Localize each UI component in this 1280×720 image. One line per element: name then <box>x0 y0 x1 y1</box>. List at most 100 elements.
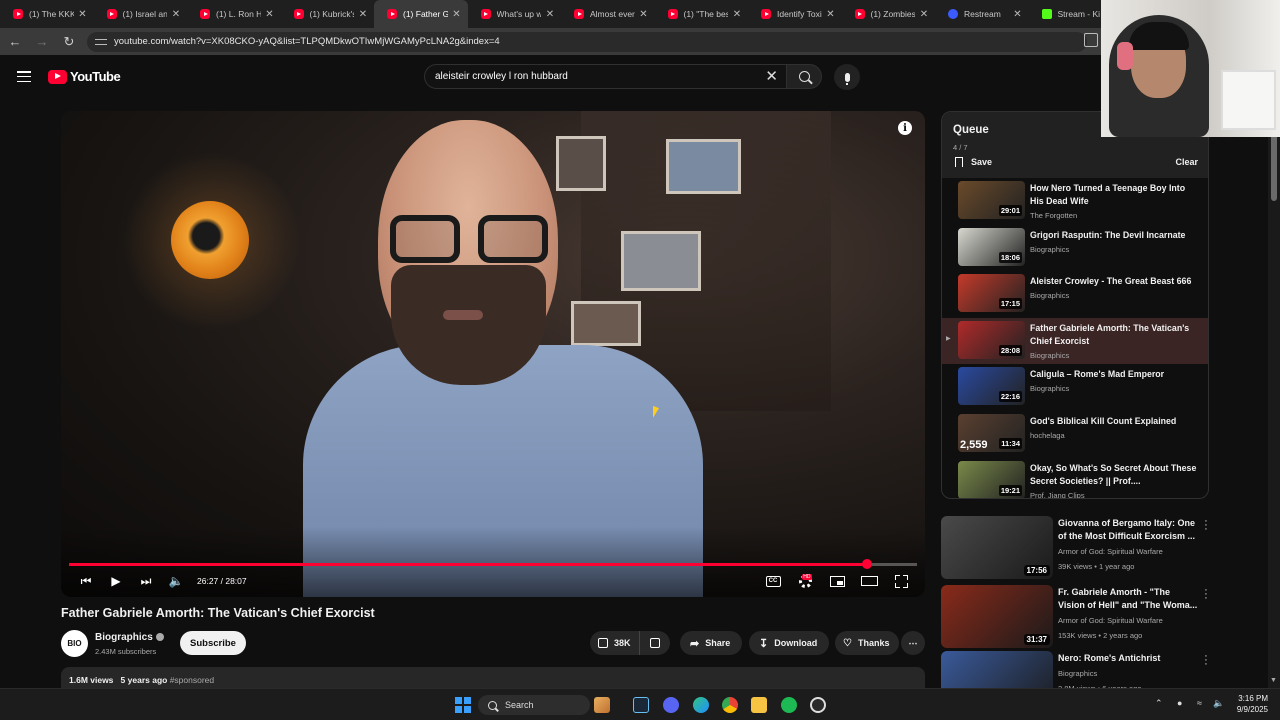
recommendation-item[interactable]: 17:56 Giovanna of Bergamo Italy: One of t… <box>941 516 1211 582</box>
page-scrollbar[interactable]: ▲ ▼ <box>1268 99 1280 688</box>
address-bar[interactable]: youtube.com/watch?v=XK08CKO-yAQ&list=TLP… <box>87 31 1087 52</box>
windows-start-icon[interactable] <box>455 697 471 713</box>
more-actions-button[interactable]: ⋯ <box>901 631 925 655</box>
tab-close-icon[interactable]: ✕ <box>1012 9 1024 20</box>
queue-item-title[interactable]: How Nero Turned a Teenage Boy Into His D… <box>1030 182 1198 208</box>
browser-tab[interactable]: (1) The KKK ✕ <box>0 0 94 28</box>
browser-tab[interactable]: (1) Zombies ✕ <box>842 0 936 28</box>
play-icon[interactable]: ▶ <box>107 571 125 591</box>
tab-close-icon[interactable]: ✕ <box>731 9 743 20</box>
volume-icon[interactable]: 🔈 <box>167 571 185 591</box>
browser-tab[interactable]: (1) Israel and✕ <box>94 0 188 28</box>
queue-clear-button[interactable]: Clear <box>1175 157 1198 167</box>
queue-thumbnail[interactable]: 22:16 <box>958 367 1025 406</box>
folder-icon[interactable] <box>751 697 767 713</box>
queue-item-title[interactable]: Father Gabriele Amorth: The Vatican's Ch… <box>1030 322 1198 348</box>
recommendation-item[interactable]: 31:37 Fr. Gabriele Amorth - "The Vision o… <box>941 585 1211 651</box>
scroll-down-icon[interactable]: ▼ <box>1270 677 1277 684</box>
queue-thumbnail[interactable]: 19:21 <box>958 460 1025 498</box>
browser-tab[interactable]: Almost every ✕ <box>561 0 655 28</box>
next-icon[interactable]: ⏭ <box>137 571 155 591</box>
spotify-icon[interactable] <box>781 697 797 713</box>
tab-close-icon[interactable]: ✕ <box>264 9 276 20</box>
chrome-icon[interactable] <box>722 697 738 713</box>
menu-icon[interactable] <box>17 71 31 83</box>
queue-item[interactable]: 19:21 Okay, So What's So Secret About The… <box>942 458 1208 498</box>
download-button[interactable]: ↧ Download <box>749 631 829 655</box>
captions-button[interactable]: CC <box>764 571 782 591</box>
steam-icon[interactable] <box>633 697 649 713</box>
recommendation-channel[interactable]: Biographics <box>1058 668 1198 680</box>
system-clock[interactable]: 3:16 PM 9/9/2025 <box>1228 693 1268 715</box>
more-vertical-icon[interactable]: · · · <box>1203 585 1209 604</box>
progress-bar[interactable] <box>69 559 917 569</box>
video-player[interactable]: i ⏮ ▶ ⏭ 🔈 26:27 / 28:07 CC HD <box>61 111 925 597</box>
info-icon[interactable]: i <box>898 121 912 135</box>
search-button[interactable] <box>786 64 822 89</box>
recommendation-thumbnail[interactable]: 17:56 <box>941 516 1053 579</box>
taskbar-search[interactable]: Search <box>478 695 590 715</box>
miniplayer-icon[interactable] <box>828 571 846 591</box>
queue-item[interactable]: 22:16 Caligula – Rome's Mad Emperor Biogra… <box>942 364 1208 411</box>
queue-item[interactable]: ▶ 28:08 Father Gabriele Amorth: The Vatica… <box>942 317 1208 365</box>
youtube-logo[interactable]: YouTube <box>48 69 121 84</box>
more-vertical-icon[interactable]: · · · <box>1203 516 1209 535</box>
queue-item-title[interactable]: Okay, So What's So Secret About These Se… <box>1030 462 1198 488</box>
queue-item-channel[interactable]: Biographics <box>1030 351 1198 360</box>
recommendation-title[interactable]: Giovanna of Bergamo Italy: One of the Mo… <box>1058 517 1198 543</box>
tab-close-icon[interactable]: ✕ <box>918 9 930 20</box>
recommendation-title[interactable]: Fr. Gabriele Amorth - "The Vision of Hel… <box>1058 586 1198 612</box>
recommendation-channel[interactable]: Armor of God: Spiritual Warfare <box>1058 546 1198 558</box>
browser-tab[interactable]: Restream ✕ <box>935 0 1029 28</box>
browser-tab[interactable]: What's up w ✕ <box>468 0 562 28</box>
thanks-button[interactable]: ♡ Thanks <box>835 631 899 655</box>
tab-close-icon[interactable]: ✕ <box>357 9 369 20</box>
queue-thumbnail[interactable]: 28:08 <box>958 320 1025 359</box>
queue-thumbnail[interactable]: 17:15 <box>958 274 1025 313</box>
recommendation-channel[interactable]: Armor of God: Spiritual Warfare <box>1058 615 1198 627</box>
discord-icon[interactable] <box>663 697 679 713</box>
more-vertical-icon[interactable]: · · · <box>1203 651 1209 670</box>
theater-mode-icon[interactable] <box>860 571 878 591</box>
install-app-icon[interactable] <box>1084 33 1098 47</box>
queue-item[interactable]: 29:01 How Nero Turned a Teenage Boy Into … <box>942 178 1208 225</box>
clear-search-icon[interactable]: ✕ <box>765 69 778 84</box>
edge-icon[interactable] <box>693 697 709 713</box>
queue-item-title[interactable]: Caligula – Rome's Mad Emperor <box>1030 368 1198 381</box>
queue-thumbnail[interactable]: 2,559 11:34 <box>958 413 1025 452</box>
queue-item-channel[interactable]: The Forgotten <box>1030 211 1198 220</box>
browser-tab[interactable]: Identify Toxic ✕ <box>748 0 842 28</box>
queue-item-channel[interactable]: Prof. Jiang Clips <box>1030 491 1198 498</box>
tab-close-icon[interactable]: ✕ <box>825 9 837 20</box>
forward-arrow-icon[interactable]: → <box>30 31 54 53</box>
settings-button[interactable]: HD <box>796 571 814 591</box>
microphone-tray-icon[interactable]: ● <box>1177 698 1182 708</box>
tab-close-icon[interactable]: ✕ <box>77 9 89 20</box>
obs-icon[interactable] <box>810 697 826 713</box>
search-input[interactable]: aleisteir crowley l ron hubbard ✕ <box>424 64 786 89</box>
queue-thumbnail[interactable]: 18:06 <box>958 227 1025 266</box>
description-box[interactable]: 1.6M views 5 years ago #sponsored <box>61 667 925 689</box>
share-button[interactable]: ➦ Share <box>680 631 742 655</box>
queue-item-title[interactable]: Aleister Crowley - The Great Beast 666 <box>1030 275 1198 288</box>
queue-item-channel[interactable]: Biographics <box>1030 245 1198 254</box>
previous-icon[interactable]: ⏮ <box>77 571 95 591</box>
tab-close-icon[interactable]: ✕ <box>638 9 650 20</box>
chevron-up-icon[interactable]: ⌃ <box>1155 698 1163 709</box>
tab-close-icon[interactable]: ✕ <box>451 9 463 20</box>
speaker-icon[interactable]: 🔈 <box>1213 698 1224 709</box>
browser-tab[interactable]: (1) Father Ga✕ <box>374 0 468 28</box>
back-arrow-icon[interactable]: ← <box>3 31 27 53</box>
recommendation-thumbnail[interactable]: 31:37 <box>941 585 1053 648</box>
voice-search-button[interactable] <box>834 64 860 90</box>
queue-thumbnail[interactable]: 29:01 <box>958 181 1025 219</box>
queue-item[interactable]: 17:15 Aleister Crowley - The Great Beast … <box>942 271 1208 318</box>
fullscreen-icon[interactable] <box>892 571 910 591</box>
recommendation-title[interactable]: Nero: Rome's Antichrist <box>1058 652 1198 665</box>
tab-close-icon[interactable]: ✕ <box>544 9 556 20</box>
site-settings-icon[interactable] <box>95 37 107 47</box>
dislike-button[interactable] <box>640 631 670 655</box>
browser-tab[interactable]: (1) Kubrick's ✕ <box>281 0 375 28</box>
wifi-icon[interactable]: ≈ <box>1197 698 1202 708</box>
channel-name[interactable]: Biographics <box>95 632 153 643</box>
